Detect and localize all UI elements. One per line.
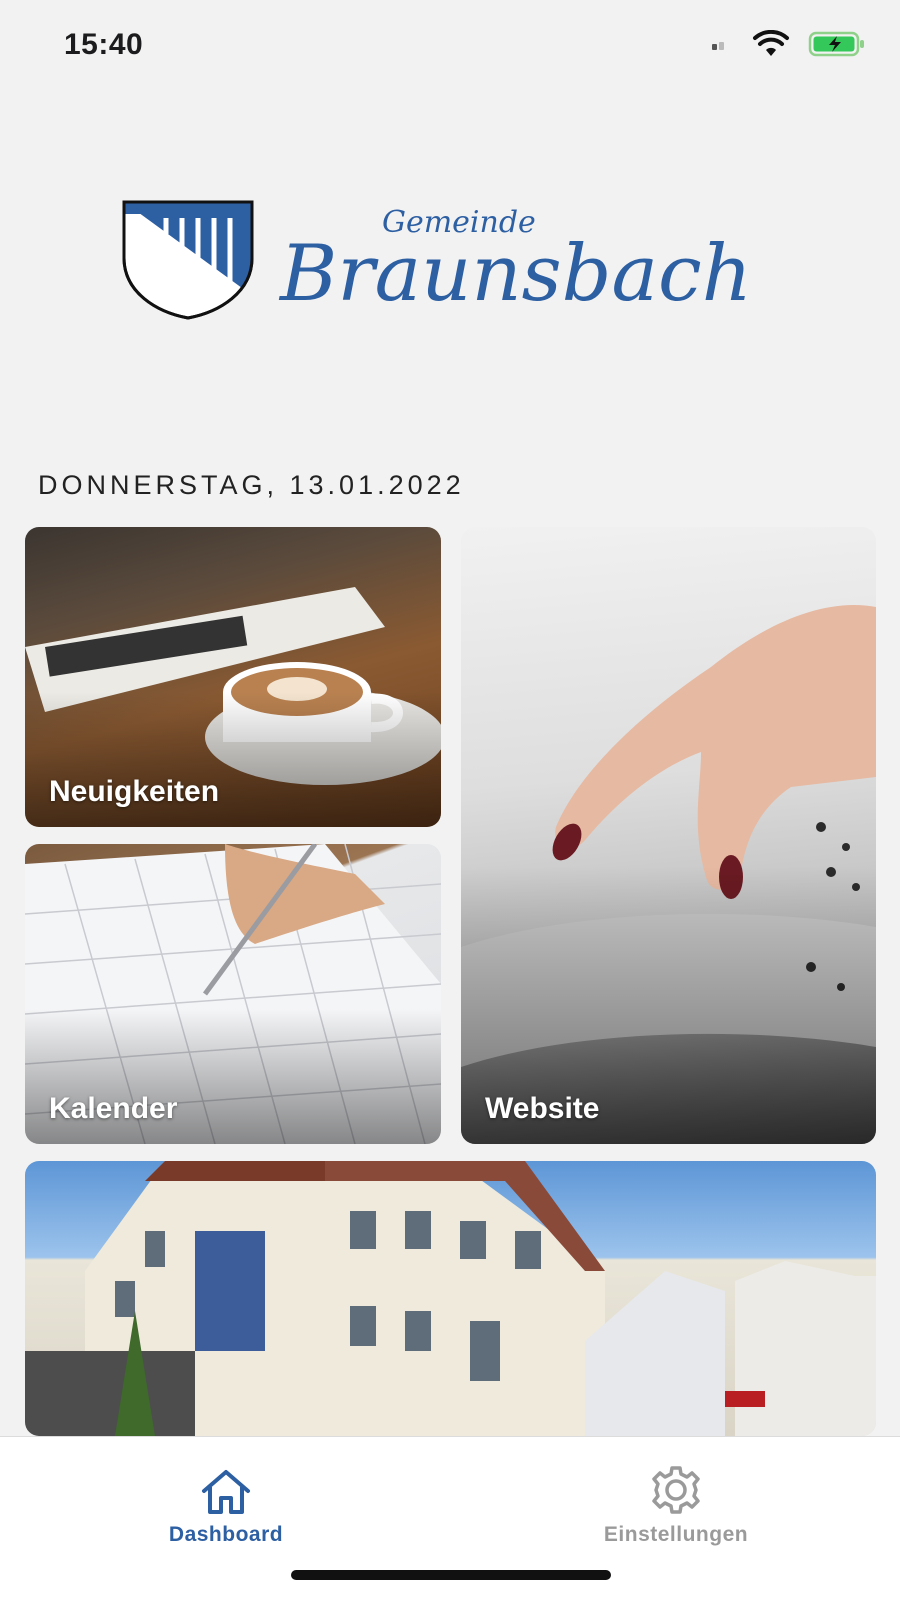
tab-einstellungen-label: Einstellungen [603,1523,749,1546]
home-icon [202,1470,250,1514]
status-icons [710,30,866,58]
tile-town-hall[interactable] [25,1161,876,1436]
status-bar: 15:40 [0,0,900,92]
signal-icon [712,42,724,50]
gear-icon [652,1466,700,1514]
tile-label: Website [485,1092,600,1125]
logo-name: Braunsbach [278,229,752,319]
municipality-logo: Gemeinde Braunsbach [120,196,800,322]
status-time: 15:40 [64,28,144,61]
tab-dashboard-label: Dashboard [168,1523,284,1546]
tile-kalender[interactable]: Kalender [25,844,441,1144]
coat-of-arms-icon [122,200,254,320]
home-indicator[interactable] [291,1570,611,1580]
tile-neuigkeiten[interactable]: Neuigkeiten [25,527,441,827]
tile-label: Kalender [49,1092,178,1125]
tile-label: Neuigkeiten [49,775,220,808]
tile-website[interactable]: Website [461,527,876,1144]
wifi-icon [753,30,789,56]
town-hall-building-photo [25,1161,876,1436]
battery-charging-icon [808,31,864,57]
current-date: DONNERSTAG, 13.01.2022 [38,470,465,500]
tab-einstellungen[interactable]: Einstellungen [526,1437,826,1547]
tab-dashboard[interactable]: Dashboard [76,1437,376,1547]
